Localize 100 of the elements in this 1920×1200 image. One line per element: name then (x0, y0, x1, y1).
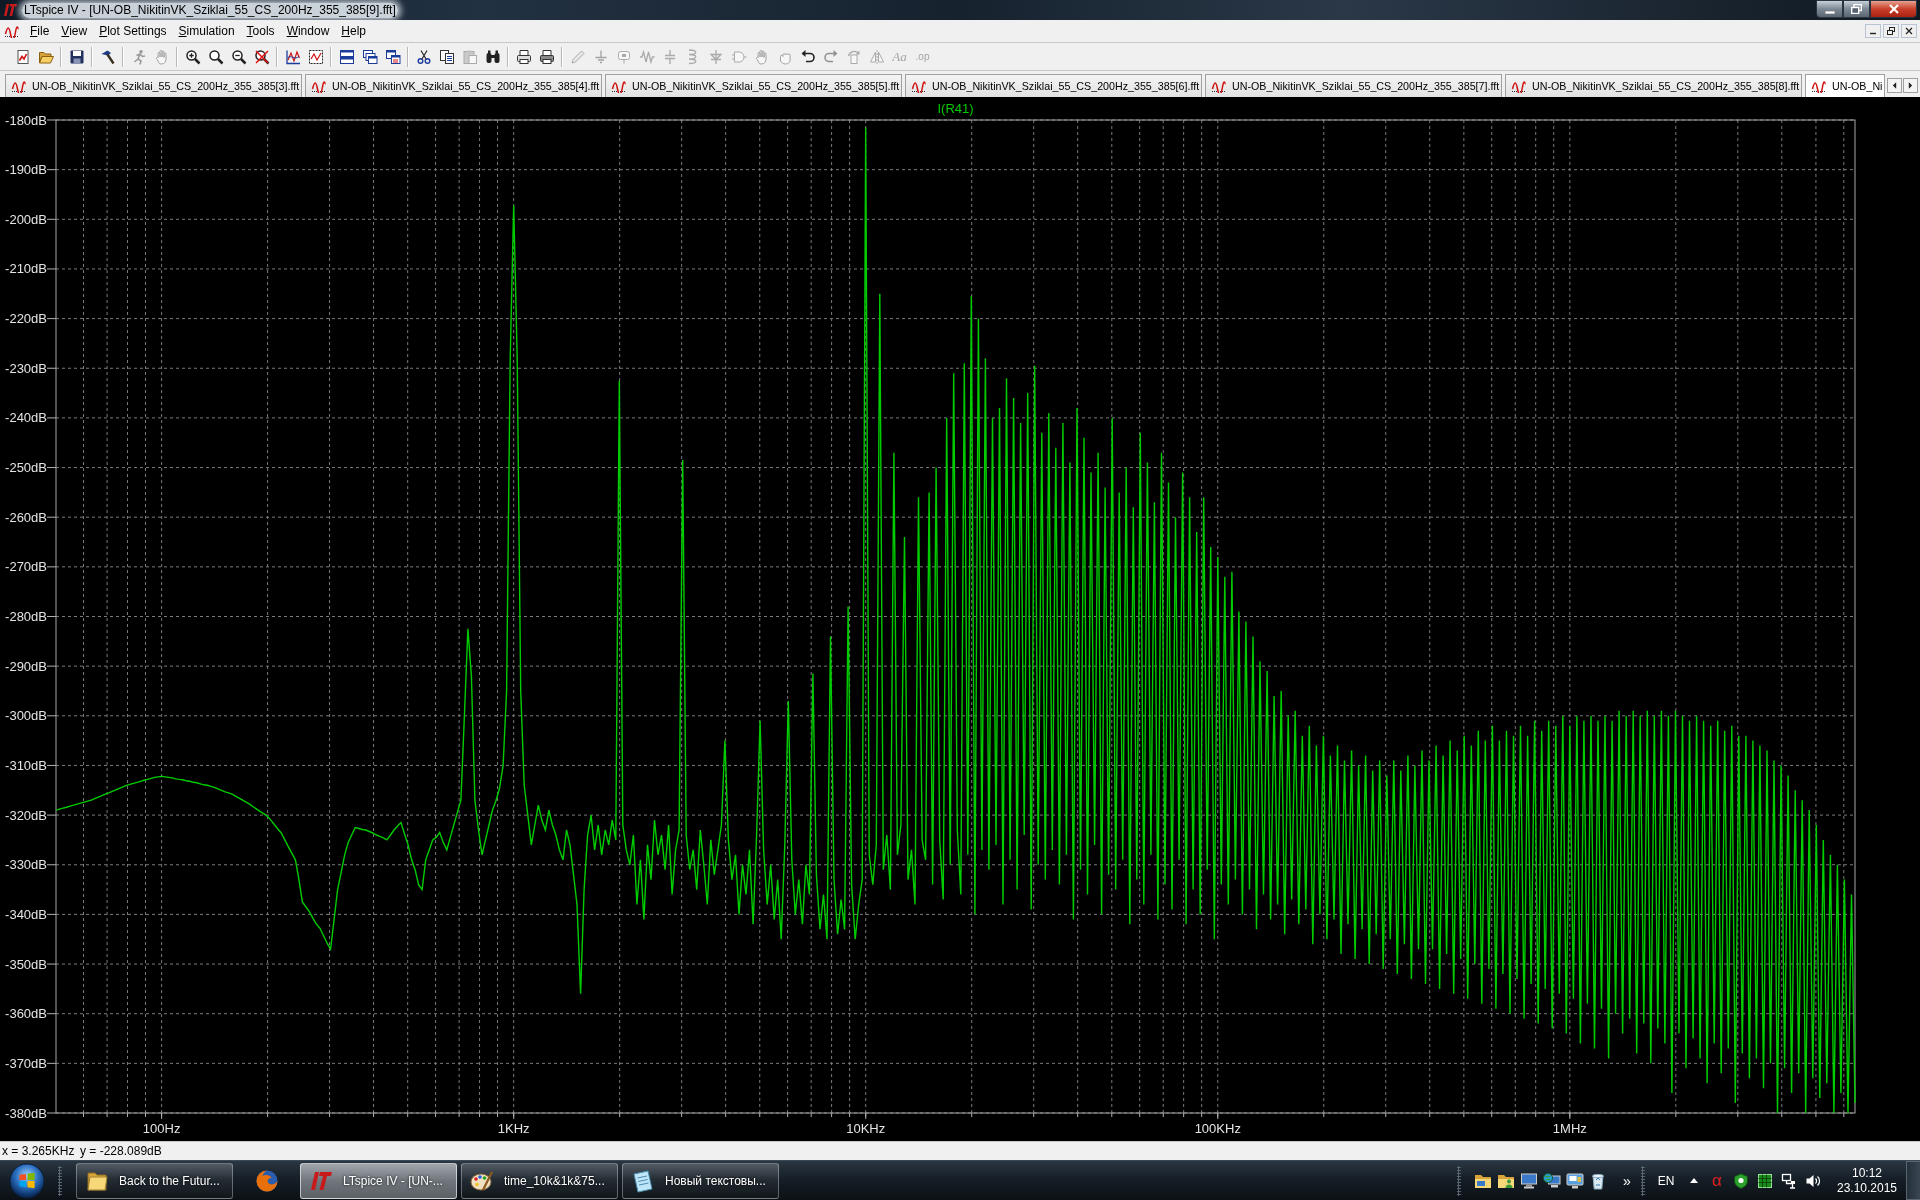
document-tab[interactable]: UN-OB_NikitinVK_Sziklai_55_CS_200Hz_355_385[7].fft (1205, 74, 1502, 97)
menu-item[interactable]: Tools (240, 24, 281, 38)
minimize-icon (1824, 10, 1835, 14)
waveform-icon[interactable] (4, 24, 20, 38)
restore-icon (1887, 27, 1895, 35)
triangle-right-icon (1908, 82, 1913, 89)
y-tick-label: -370dB (5, 1055, 47, 1071)
redo-icon (822, 48, 839, 65)
taskbar-button[interactable]: Новый текстовы... (622, 1162, 779, 1199)
y-tick-label: -290dB (5, 658, 47, 674)
printer-icon (538, 48, 555, 65)
waveform-icon (1511, 79, 1527, 93)
menu-item[interactable]: Help (335, 24, 372, 38)
triangle-up-icon (1690, 1178, 1698, 1183)
taskbar-button[interactable]: time_10k&1k&75... (461, 1162, 618, 1199)
y-tick-label: -260dB (5, 509, 47, 525)
taskbar-button[interactable]: Back to the Futur... (76, 1162, 233, 1199)
x-tick-label: 100KHz (1194, 1121, 1241, 1136)
binoculars-icon (484, 48, 501, 65)
pencil-icon (569, 48, 586, 65)
network-computer-icon[interactable] (1542, 1171, 1561, 1190)
grid-icon[interactable] (1757, 1172, 1773, 1189)
restore-button[interactable] (1843, 0, 1870, 18)
printer-icon (515, 48, 532, 65)
scroll-right-button[interactable] (1903, 78, 1918, 93)
diode-icon (707, 48, 724, 65)
menu-item[interactable]: Simulation (172, 24, 241, 38)
network-icon[interactable] (1781, 1172, 1797, 1189)
close-icon (1888, 4, 1899, 14)
stacked-windows-icon (384, 48, 401, 65)
menu-item[interactable]: Plot Settings (93, 24, 173, 38)
speaker-icon[interactable] (1805, 1172, 1821, 1189)
zoom-out-icon (230, 48, 247, 65)
undo-icon (799, 48, 816, 65)
start-orb-icon (9, 1162, 45, 1199)
rotate-icon (845, 48, 862, 65)
document-tab[interactable]: UN-OB_Ni (1805, 74, 1885, 97)
y-tick-label: -300dB (5, 708, 47, 724)
y-tick-label: -310dB (5, 757, 47, 773)
notepad-icon (631, 1168, 655, 1193)
open-hand-icon (753, 48, 770, 65)
language-indicator[interactable]: EN (1654, 1173, 1678, 1188)
y-tick-label: -200dB (5, 211, 47, 227)
y-tick-label: -240dB (5, 410, 47, 426)
y-tick-label: -270dB (5, 559, 47, 575)
menu-item[interactable]: Window (280, 24, 336, 38)
mirror-icon (868, 48, 885, 65)
taskbar-button[interactable]: LTspice IV - [UN-... (300, 1162, 457, 1199)
y-tick-label: -320dB (5, 807, 47, 823)
waveform-icon (311, 79, 327, 93)
document-tab[interactable]: UN-OB_NikitinVK_Sziklai_55_CS_200Hz_355_385[3].fft (5, 74, 302, 97)
hand-icon (153, 48, 170, 65)
overflow-chevron-button[interactable]: » (1620, 1172, 1634, 1189)
trace-label[interactable]: I(R41) (937, 101, 974, 116)
alpha-icon[interactable]: α (1705, 1172, 1729, 1189)
clipboard-icon (461, 48, 478, 65)
y-tick-label: -330dB (5, 857, 47, 873)
scroll-left-button[interactable] (1887, 78, 1902, 93)
chart-frame-icon (307, 48, 324, 65)
menu-item[interactable]: View (55, 24, 94, 38)
start-button[interactable] (6, 1161, 48, 1200)
document-tab[interactable]: UN-OB_NikitinVK_Sziklai_55_CS_200Hz_355_385[4].fft (305, 74, 602, 97)
window-title: LTspice IV - [UN-OB_NikitinVK_Sziklai_55_CS_200Hz_355_385[9].fft] (22, 2, 398, 18)
computer-icon[interactable] (1519, 1171, 1538, 1190)
close-button[interactable] (1870, 0, 1917, 18)
document-tab[interactable]: UN-OB_NikitinVK_Sziklai_55_CS_200Hz_355_385[8].fft (1505, 74, 1802, 97)
scissors-icon (415, 48, 432, 65)
x-tick-label: 10KHz (846, 1121, 886, 1136)
y-tick-label: -250dB (5, 460, 47, 476)
clock-time[interactable]: 10:12 (1852, 1165, 1882, 1181)
x-tick-label: 1KHz (497, 1121, 530, 1136)
document-tab[interactable]: UN-OB_NikitinVK_Sziklai_55_CS_200Hz_355_385[6].fft (905, 74, 1202, 97)
label-tag-icon (615, 48, 632, 65)
shield-icon[interactable] (1733, 1172, 1749, 1189)
waveform-icon (1211, 79, 1227, 93)
waveform-icon (1811, 79, 1827, 93)
magnifier-cross-icon (253, 48, 270, 65)
clock-date[interactable]: 23.10.2015 (1836, 1180, 1898, 1196)
copy-icon (438, 48, 455, 65)
waveform-icon (11, 79, 27, 93)
y-tick-label: -210dB (5, 261, 47, 277)
waveform-icon (611, 79, 627, 93)
waveform-icon (911, 79, 927, 93)
y-tick-label: -380dB (5, 1105, 47, 1121)
tiled-windows-icon (338, 48, 355, 65)
screen-icon[interactable] (1565, 1171, 1584, 1190)
x-tick-label: 100Hz (142, 1121, 181, 1136)
document-tab[interactable]: UN-OB_NikitinVK_Sziklai_55_CS_200Hz_355_385[5].fft (605, 74, 902, 97)
inductor-icon (688, 48, 697, 65)
cascaded-windows-icon (361, 48, 378, 65)
y-tick-label: -340dB (5, 906, 47, 922)
zoom-in-icon (184, 48, 201, 65)
y-tick-label: -350dB (5, 956, 47, 972)
chart-icon (284, 48, 301, 65)
slanted-logo-icon (3, 4, 17, 16)
y-tick-label: -280dB (5, 609, 47, 624)
minimize-button[interactable] (1816, 0, 1843, 18)
x-tick-label: 1MHz (1552, 1121, 1587, 1136)
menu-item[interactable]: File (24, 24, 56, 38)
close-icon (1905, 27, 1913, 35)
